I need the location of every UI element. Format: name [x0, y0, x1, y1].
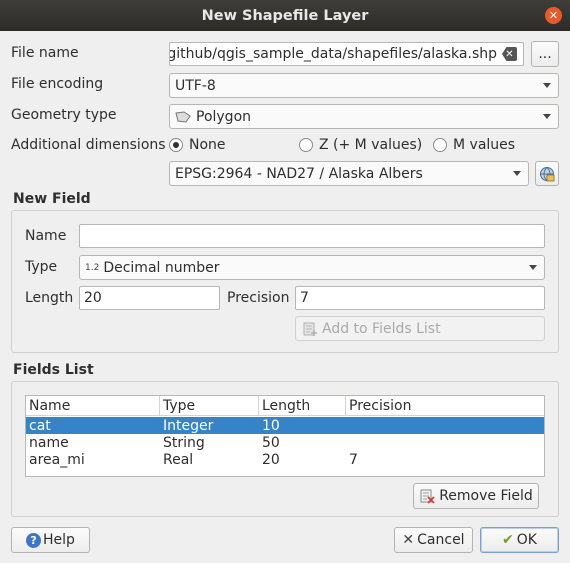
cell-type: Integer [163, 417, 214, 434]
crs-value: EPSG:2964 - NAD27 / Alaska Albers [175, 165, 423, 182]
additional-dimensions-label: Additional dimensions [11, 137, 166, 153]
remove-field-label: Remove Field [439, 488, 533, 504]
file-name-input[interactable]: /github/qgis_sample_data/shapefiles/alas… [169, 42, 524, 66]
cell-type: String [163, 434, 205, 451]
file-encoding-label: File encoding [11, 76, 104, 92]
close-icon[interactable]: ✕ [545, 7, 562, 24]
cell-precision [346, 417, 349, 434]
fields-list-title: Fields List [13, 362, 94, 378]
cell-precision: 7 [349, 451, 358, 468]
globe-icon [540, 166, 555, 181]
cell-name: area_mi [29, 451, 85, 468]
new-field-type-select[interactable]: 1.2 Decimal number [79, 255, 545, 280]
column-header-precision[interactable]: Precision [346, 396, 544, 415]
new-field-name-label: Name [25, 228, 67, 244]
column-header-name[interactable]: Name [26, 396, 160, 415]
add-to-fields-label: Add to Fields List [322, 320, 441, 337]
new-field-title: New Field [13, 191, 91, 207]
file-name-value: /github/qgis_sample_data/shapefiles/alas… [169, 46, 497, 62]
dim-z-radio[interactable] [299, 138, 313, 152]
table-row[interactable]: area_mi Real 20 7 [26, 451, 544, 468]
close-icon: ✕ [402, 532, 415, 548]
cell-length: 20 [262, 451, 280, 468]
length-label: Length [25, 290, 74, 306]
dim-none-radio[interactable] [169, 138, 183, 152]
chevron-down-icon [529, 265, 537, 270]
cell-precision [346, 434, 349, 451]
cell-length: 50 [262, 434, 280, 451]
geometry-type-label: Geometry type [11, 107, 117, 123]
column-header-type[interactable]: Type [160, 396, 259, 415]
file-name-label: File name [11, 45, 79, 61]
length-input[interactable]: 20 [79, 286, 220, 310]
cell-length: 10 [262, 417, 280, 434]
cancel-label: Cancel [417, 532, 465, 548]
new-field-type-value: Decimal number [103, 259, 220, 276]
checkmark-icon: ✔ [502, 532, 514, 548]
column-header-length[interactable]: Length [259, 396, 346, 415]
remove-field-button[interactable]: Remove Field [413, 483, 539, 509]
chevron-down-icon [543, 83, 551, 88]
file-encoding-select[interactable]: UTF-8 [169, 73, 559, 98]
help-button[interactable]: ? Help [11, 527, 90, 553]
chevron-down-icon [513, 171, 521, 176]
crs-select[interactable]: EPSG:2964 - NAD27 / Alaska Albers [169, 161, 529, 186]
geometry-type-select[interactable]: Polygon [169, 104, 559, 129]
cell-name: name [29, 434, 69, 451]
ok-label: OK [516, 532, 537, 548]
dim-none-label: None [189, 137, 226, 153]
add-field-icon [303, 322, 317, 336]
decimal-icon: 1.2 [85, 262, 100, 273]
polygon-icon [175, 110, 191, 123]
cancel-button[interactable]: ✕ Cancel [394, 527, 473, 553]
fields-table[interactable]: Name Type Length Precision cat Integer 1… [25, 395, 545, 477]
precision-label: Precision [227, 290, 290, 306]
ok-button[interactable]: ✔ OK [480, 527, 559, 553]
crs-select-button[interactable] [535, 161, 559, 186]
precision-input[interactable]: 7 [295, 286, 545, 310]
new-field-name-input[interactable] [79, 224, 545, 248]
help-label: Help [43, 532, 75, 548]
geometry-type-value: Polygon [196, 108, 252, 125]
window-title: New Shapefile Layer [201, 7, 369, 24]
file-encoding-value: UTF-8 [175, 77, 216, 94]
add-to-fields-button[interactable]: Add to Fields List [295, 316, 545, 341]
length-value: 20 [84, 290, 102, 306]
dim-m-radio[interactable] [433, 138, 447, 152]
table-header: Name Type Length Precision [26, 396, 544, 416]
table-row[interactable]: cat Integer 10 [26, 417, 544, 434]
browse-button[interactable]: ... [531, 41, 559, 67]
help-icon: ? [26, 532, 42, 548]
remove-field-icon [420, 489, 435, 504]
table-row[interactable]: name String 50 [26, 434, 544, 451]
dim-z-label: Z (+ M values) [319, 137, 423, 153]
dim-m-label: M values [453, 137, 516, 153]
clear-icon[interactable]: ✕ [502, 47, 517, 61]
new-field-type-label: Type [25, 259, 58, 275]
title-bar: New Shapefile Layer ✕ [0, 0, 570, 31]
cell-name: cat [29, 417, 51, 434]
precision-value: 7 [300, 290, 309, 306]
chevron-down-icon [543, 114, 551, 119]
cell-type: Real [163, 451, 194, 468]
